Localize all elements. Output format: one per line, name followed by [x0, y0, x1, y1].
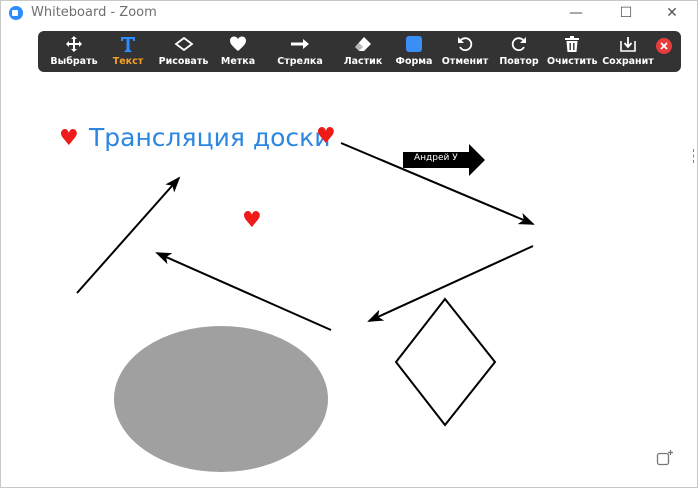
close-window-button[interactable]: ✕	[649, 1, 695, 25]
minimize-button[interactable]: —	[553, 1, 599, 25]
window-title: Whiteboard - Zoom	[31, 5, 157, 20]
whiteboard-text[interactable]: Трансляция доски	[89, 123, 331, 152]
edge-indicator	[693, 149, 697, 163]
zoom-whiteboard-window: Whiteboard - Zoom — ☐ ✕ Выбрать Текст Ри…	[0, 0, 698, 488]
drawn-arrow-4[interactable]	[155, 252, 332, 331]
drawn-diamond[interactable]	[394, 297, 497, 427]
whiteboard-canvas[interactable]	[1, 25, 697, 487]
heart-stamp-3[interactable]: ♥	[242, 210, 262, 232]
heart-stamp-2[interactable]: ♥	[316, 126, 336, 148]
heart-stamp-1[interactable]: ♥	[59, 128, 79, 150]
drawn-ellipse[interactable]	[114, 326, 328, 472]
new-whiteboard-icon[interactable]	[656, 449, 674, 467]
maximize-button[interactable]: ☐	[603, 1, 649, 25]
zoom-logo-icon	[9, 6, 23, 20]
title-bar: Whiteboard - Zoom — ☐ ✕	[1, 1, 697, 25]
drawn-arrow-1[interactable]	[76, 176, 181, 294]
arrow-stamp-label: Андрей У	[414, 153, 458, 163]
drawn-arrow-3[interactable]	[367, 245, 534, 322]
